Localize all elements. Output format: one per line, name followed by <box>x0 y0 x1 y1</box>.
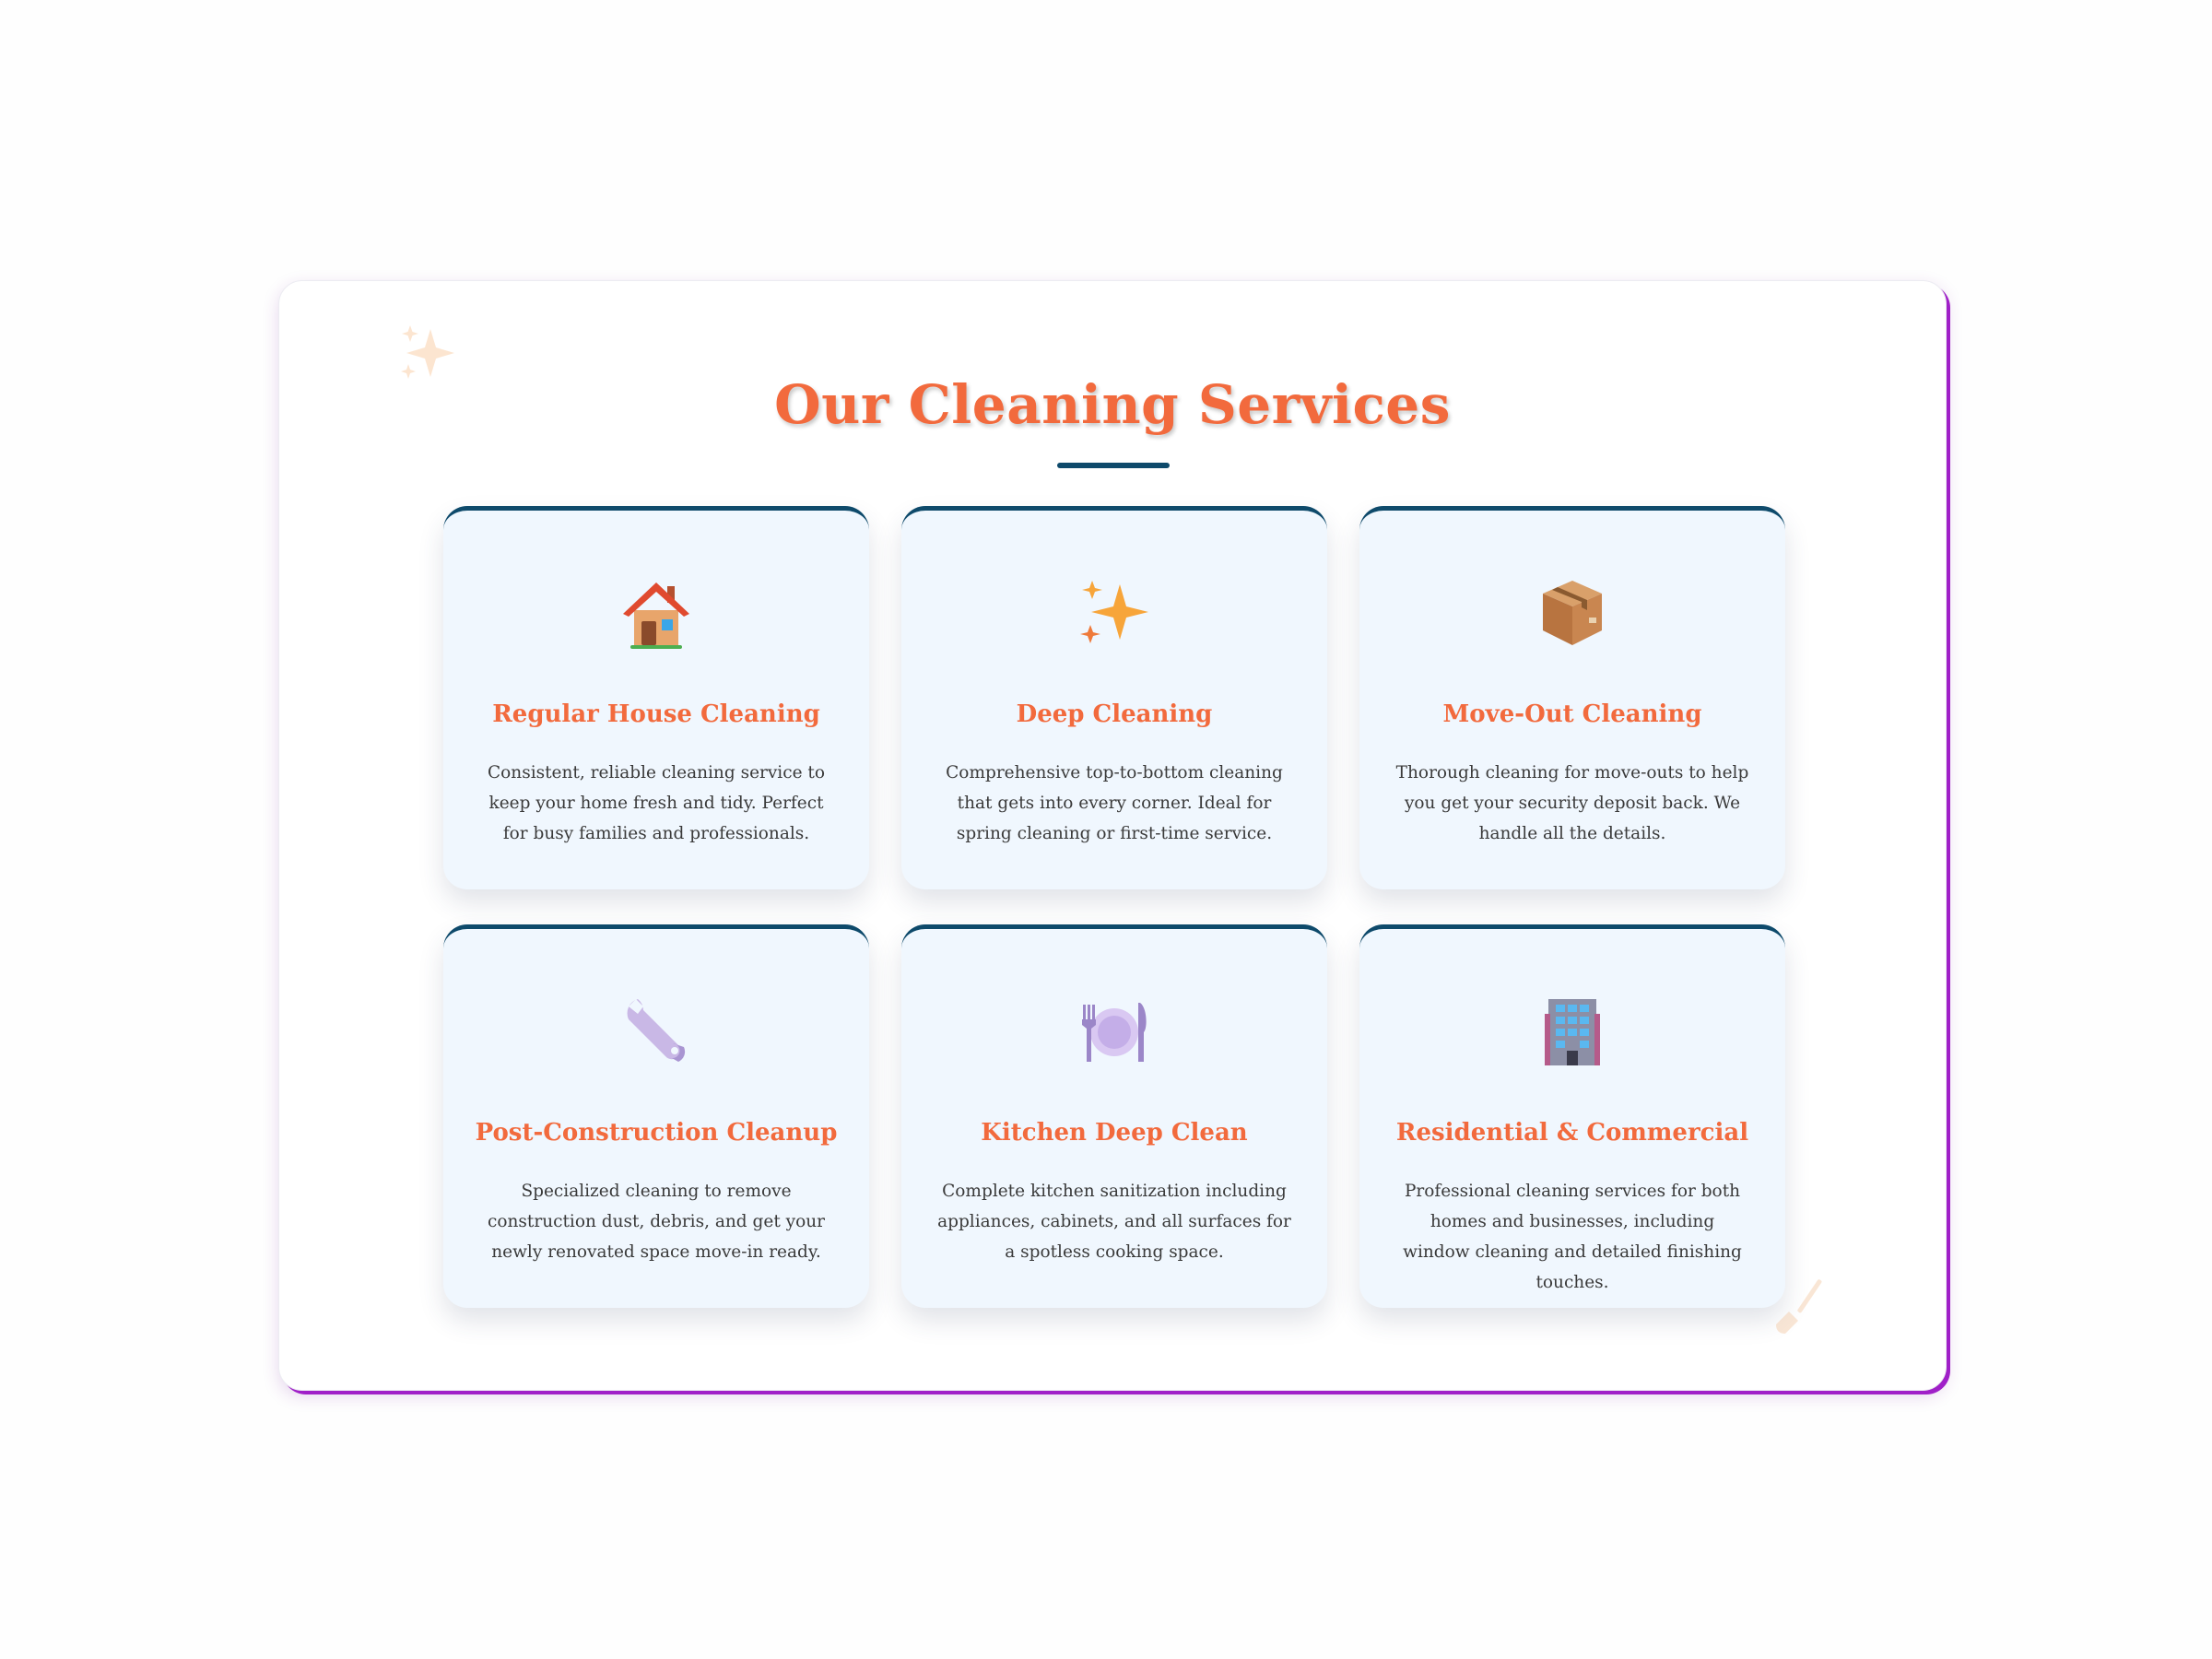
service-card-deep-cleaning[interactable]: Deep Cleaning Comprehensive top-to-botto… <box>901 506 1327 889</box>
package-icon <box>1534 573 1611 651</box>
service-description: Professional cleaning services for both … <box>1403 1182 1742 1292</box>
page-title: Our Cleaning Services <box>774 373 1451 436</box>
office-building-icon <box>1534 992 1611 1069</box>
service-title: Move-Out Cleaning <box>1442 700 1702 728</box>
service-description: Specialized cleaning to remove construct… <box>488 1182 825 1262</box>
service-title: Post-Construction Cleanup <box>475 1119 838 1147</box>
page: Our Cleaning Services Regular House Clea… <box>0 0 2212 1659</box>
service-description: Comprehensive top-to-bottom cleaning tha… <box>946 763 1283 843</box>
service-description: Thorough cleaning for move-outs to help … <box>1395 763 1749 843</box>
broom-decoration-icon <box>1776 1279 1822 1334</box>
service-card-move-out-cleaning[interactable]: Move-Out Cleaning Thorough cleaning for … <box>1359 506 1785 889</box>
service-title: Deep Cleaning <box>1016 700 1213 728</box>
service-card-regular-house-cleaning[interactable]: Regular House Cleaning Consistent, relia… <box>443 506 869 889</box>
wrench-icon <box>618 992 695 1069</box>
service-description: Complete kitchen sanitization including … <box>937 1182 1291 1262</box>
house-icon <box>618 573 695 651</box>
services-grid: Regular House Cleaning Consistent, relia… <box>443 506 1785 1308</box>
services-panel: Our Cleaning Services Regular House Clea… <box>278 280 1947 1391</box>
service-card-residential-commercial[interactable]: Residential & Commercial Professional cl… <box>1359 924 1785 1308</box>
service-title: Residential & Commercial <box>1395 1119 1749 1147</box>
service-card-kitchen-deep-clean[interactable]: Kitchen Deep Clean Complete kitchen sani… <box>901 924 1327 1308</box>
service-title: Kitchen Deep Clean <box>981 1119 1248 1147</box>
title-underline <box>1057 463 1170 468</box>
plate-cutlery-icon <box>1076 992 1153 1069</box>
sparkles-icon <box>1076 573 1153 651</box>
service-card-post-construction-cleanup[interactable]: Post-Construction Cleanup Specialized cl… <box>443 924 869 1308</box>
service-title: Regular House Cleaning <box>492 700 820 728</box>
service-description: Consistent, reliable cleaning service to… <box>488 763 825 843</box>
